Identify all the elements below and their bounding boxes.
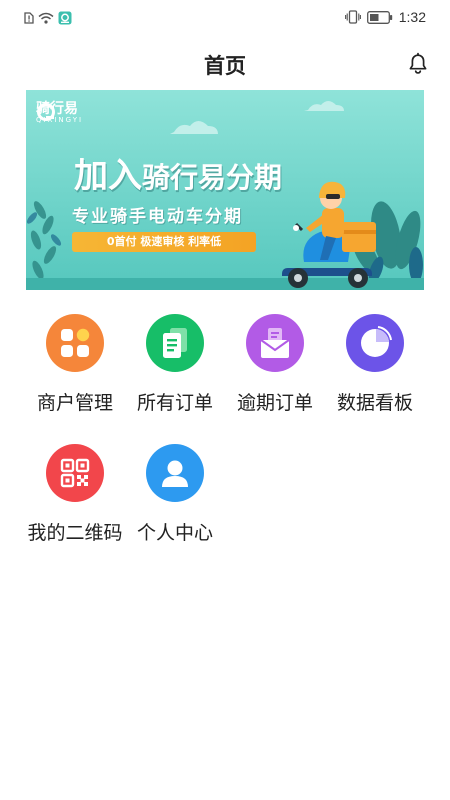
page-title: 首页 xyxy=(204,54,246,78)
wifi-icon xyxy=(38,12,54,24)
menu-item-merchant-management[interactable]: 商户管理 xyxy=(20,314,130,415)
banner-tagline: 0首付 极速审核 利率低 xyxy=(72,232,256,252)
status-bar: 1:32 xyxy=(0,0,450,34)
app-notification-icon xyxy=(58,11,72,25)
menu-item-data-dashboard[interactable]: 数据看板 xyxy=(320,314,430,415)
menu-item-all-orders[interactable]: 所有订单 xyxy=(120,314,230,415)
promo-banner[interactable]: 骑行易 QIXINGYI 加入骑行易分期 专业骑手电动车分期 0首付 极速审核 … xyxy=(26,90,424,290)
banner-brand: 骑行易 QIXINGYI xyxy=(36,102,83,124)
top-header: 首页 xyxy=(0,40,450,88)
menu-item-overdue-orders[interactable]: 逾期订单 xyxy=(220,314,330,415)
headline-join: 加入 xyxy=(74,156,142,196)
brand-logo-icon xyxy=(37,103,55,121)
battery-icon xyxy=(366,10,392,24)
qr-code-icon xyxy=(46,444,104,502)
status-right-icons: 1:32 xyxy=(344,9,426,25)
user-profile-icon xyxy=(146,444,204,502)
bell-icon[interactable] xyxy=(406,52,430,76)
menu-label: 数据看板 xyxy=(336,392,413,414)
banner-headline: 加入骑行易分期 xyxy=(74,148,282,197)
menu-label: 逾期订单 xyxy=(236,392,313,414)
headline-brand-installment: 骑行易分期 xyxy=(142,161,283,194)
status-time: 1:32 xyxy=(398,9,426,25)
menu-label: 所有订单 xyxy=(136,392,213,414)
overdue-envelope-icon xyxy=(246,314,304,372)
status-left-icons xyxy=(24,11,72,25)
menu-item-personal-center[interactable]: 个人中心 xyxy=(120,444,230,545)
merchant-grid-icon xyxy=(46,314,104,372)
menu-label: 个人中心 xyxy=(136,522,213,544)
alert-sim-icon xyxy=(24,12,34,24)
orders-document-icon xyxy=(146,314,204,372)
vibrate-icon xyxy=(344,10,361,24)
data-pie-chart-icon xyxy=(346,314,404,372)
menu-label: 商户管理 xyxy=(36,392,113,414)
banner-subline: 专业骑手电动车分期 xyxy=(72,207,243,227)
